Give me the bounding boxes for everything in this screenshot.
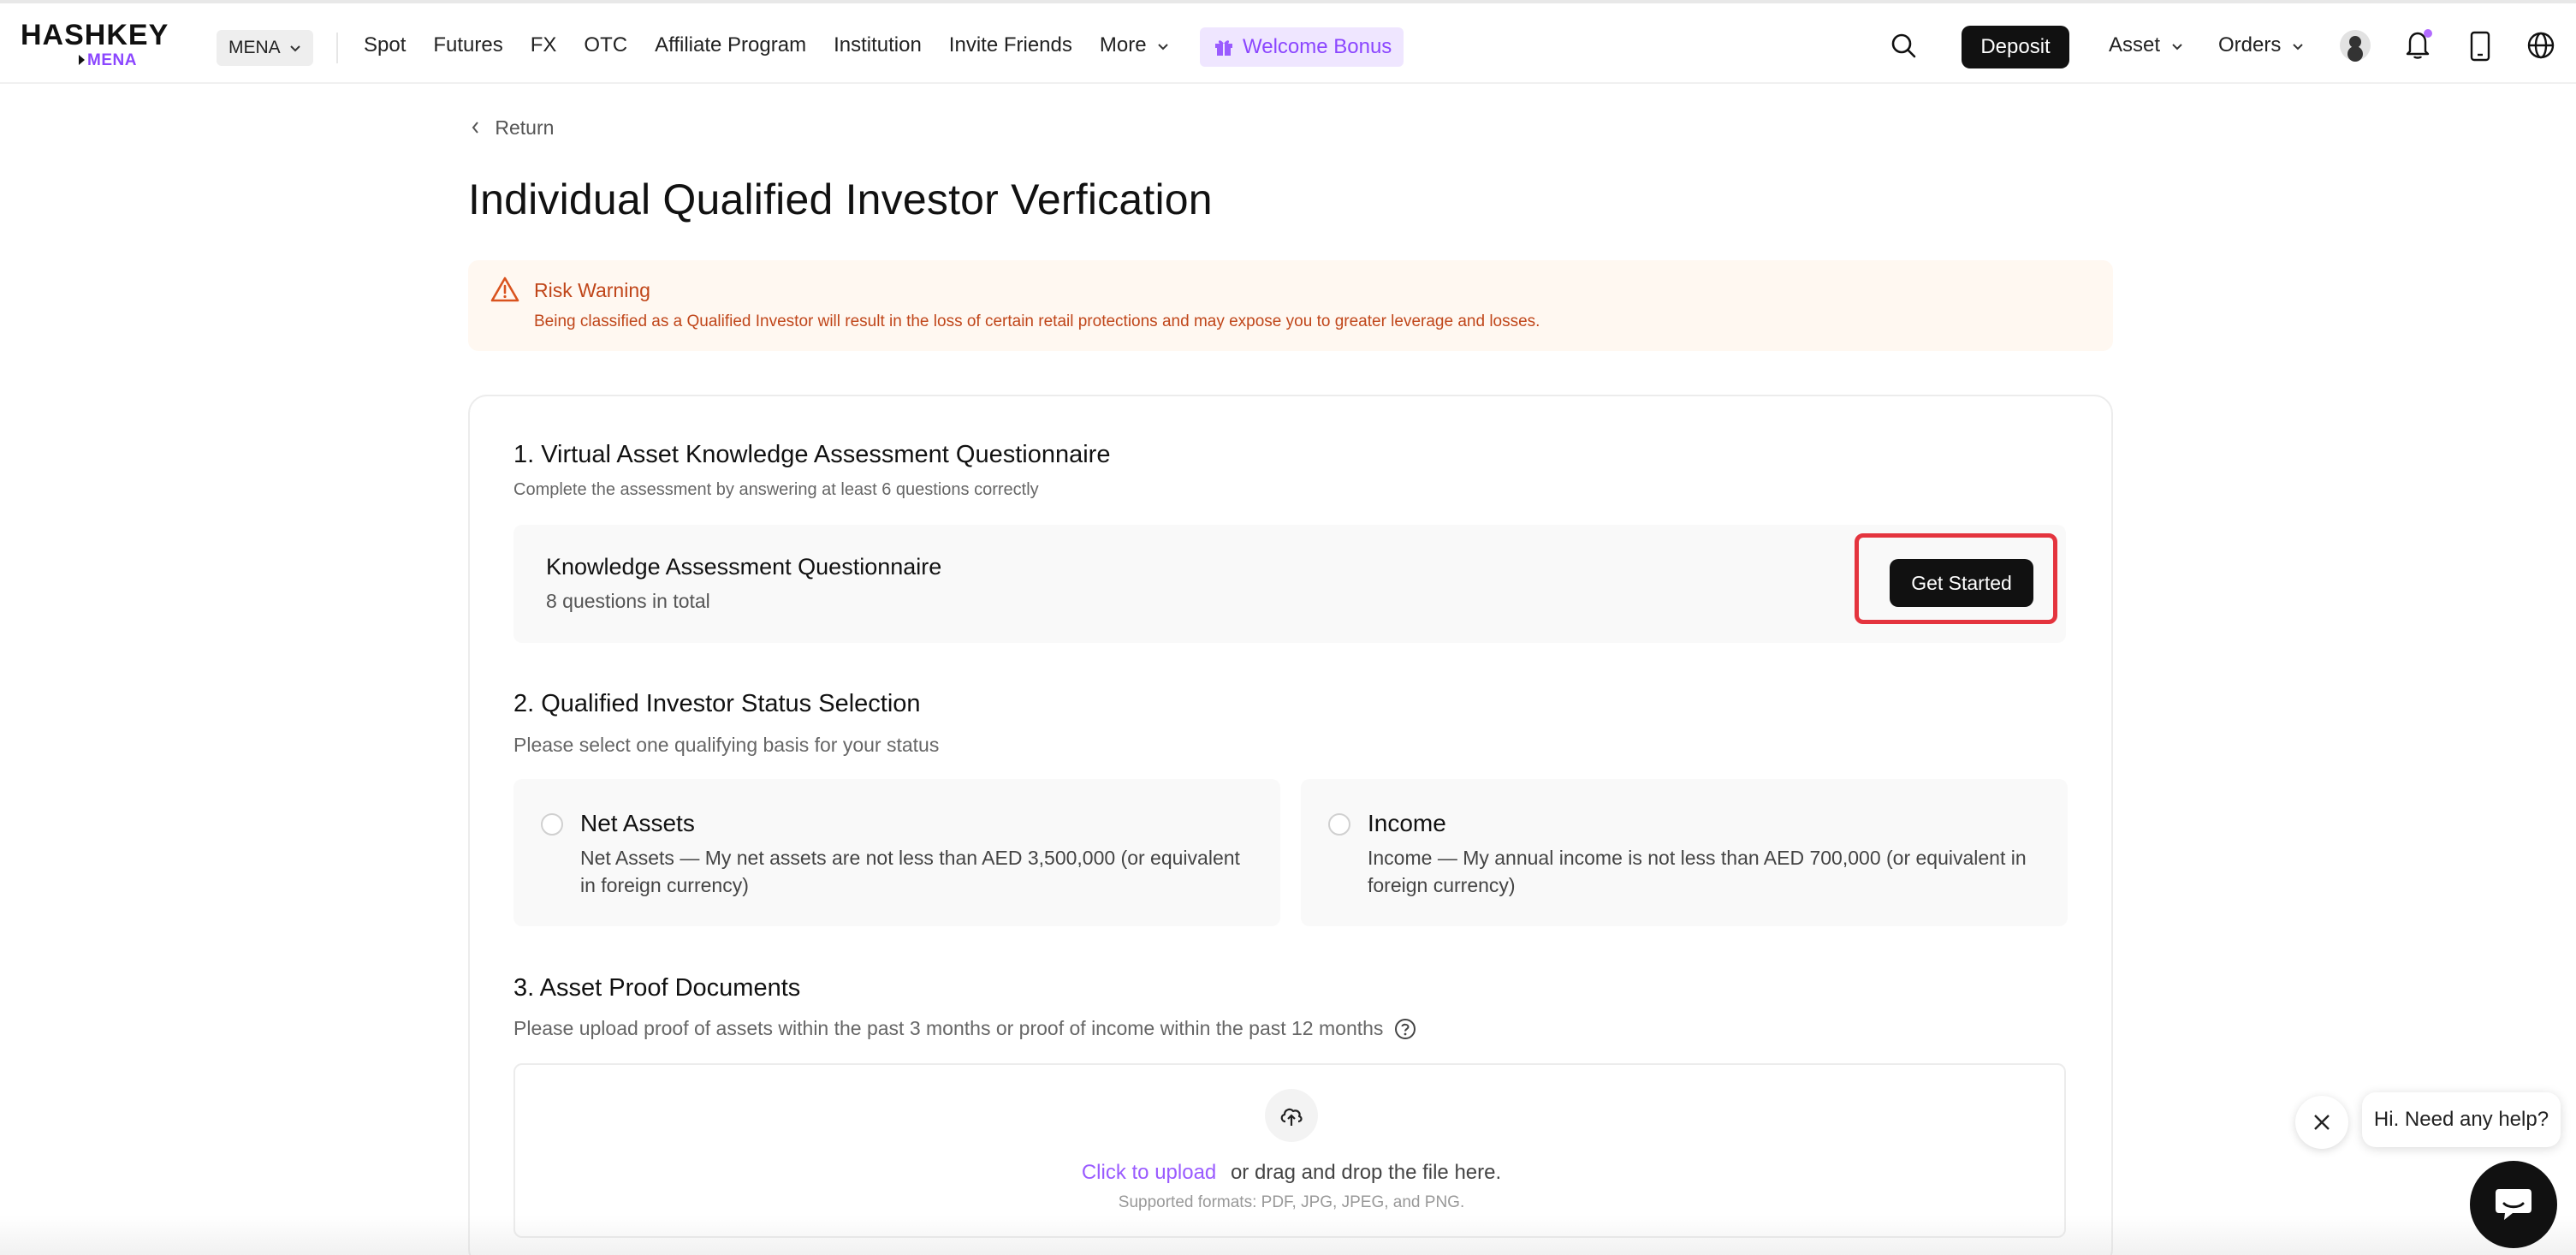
welcome-bonus-label: Welcome Bonus — [1243, 35, 1392, 58]
asset-dropdown[interactable]: Asset — [2109, 33, 2183, 57]
questionnaire-title: Knowledge Assessment Questionnaire — [546, 554, 942, 580]
option-title: Net Assets — [580, 810, 695, 836]
main-nav: Spot Futures FX OTC Affiliate Program In… — [364, 3, 1196, 87]
section-2-subtitle: Please select one qualifying basis for y… — [513, 734, 940, 756]
section-2-title: 2. Qualified Investor Status Selection — [513, 690, 921, 717]
nav-spot[interactable]: Spot — [364, 33, 406, 57]
page-title: Individual Qualified Investor Verficatio… — [468, 175, 1213, 223]
close-icon — [2314, 1115, 2330, 1130]
upload-instruction: Click to upload or drag and drop the fil… — [515, 1161, 2068, 1185]
chat-close-button[interactable] — [2295, 1096, 2348, 1149]
notification-dot — [2424, 29, 2432, 38]
warning-icon — [490, 277, 519, 302]
supported-formats-text: Supported formats: PDF, JPG, JPEG, and P… — [1118, 1193, 1465, 1211]
chat-launcher-button[interactable] — [2470, 1161, 2557, 1248]
chevron-down-icon — [2171, 44, 2182, 51]
section-1-subtitle: Complete the assessment by answering at … — [513, 480, 1039, 499]
chat-greeting-bubble[interactable]: Hi. Need any help? — [2362, 1092, 2561, 1147]
nav-more[interactable]: More — [1100, 33, 1169, 57]
upload-icon-wrapper — [1265, 1089, 1318, 1142]
bottom-shadow — [0, 1216, 2576, 1255]
logo-sub-text: MENA — [79, 51, 137, 69]
option-description: Income — My annual income is not less th… — [1368, 847, 2027, 896]
section-3-title: 3. Asset Proof Documents — [513, 974, 801, 1002]
deposit-button[interactable]: Deposit — [1962, 26, 2069, 68]
nav-invite-friends[interactable]: Invite Friends — [949, 33, 1072, 57]
user-avatar-icon[interactable] — [2340, 30, 2371, 61]
file-upload-dropzone[interactable]: Click to upload or drag and drop the fil… — [513, 1063, 2066, 1238]
nav-divider — [336, 33, 338, 63]
logo-main-text: HASHKEY — [21, 19, 169, 51]
search-icon[interactable] — [1890, 32, 1917, 59]
nav-otc[interactable]: OTC — [584, 33, 627, 57]
asset-label: Asset — [2109, 33, 2161, 57]
questionnaire-box: Knowledge Assessment Questionnaire 8 que… — [513, 525, 2066, 643]
risk-warning-text: Being classified as a Qualified Investor… — [534, 312, 1540, 330]
region-selector[interactable]: MENA — [217, 30, 314, 66]
questionnaire-count: 8 questions in total — [546, 590, 710, 612]
option-description: Net Assets — My net assets are not less … — [580, 847, 1240, 896]
nav-institution[interactable]: Institution — [834, 33, 922, 57]
drag-drop-text: or drag and drop the file here. — [1230, 1161, 1502, 1184]
option-net-assets[interactable]: Net Assets Net Assets — My net assets ar… — [513, 779, 1280, 926]
nav-fx[interactable]: FX — [531, 33, 557, 57]
mobile-app-icon[interactable] — [2468, 31, 2492, 62]
top-navigation-bar: HASHKEY MENA MENA Spot Futures FX OTC Af… — [0, 0, 2576, 84]
globe-icon[interactable] — [2526, 31, 2555, 60]
orders-dropdown[interactable]: Orders — [2218, 33, 2304, 57]
orders-label: Orders — [2218, 33, 2282, 57]
get-started-button[interactable]: Get Started — [1890, 559, 2033, 607]
section-1-title: 1. Virtual Asset Knowledge Assessment Qu… — [513, 441, 1111, 468]
option-income[interactable]: Income Income — My annual income is not … — [1301, 779, 2068, 926]
section-3-subtitle: Please upload proof of assets within the… — [513, 1017, 1416, 1040]
option-title: Income — [1368, 810, 1446, 836]
chevron-left-icon — [471, 116, 484, 139]
risk-warning-title: Risk Warning — [534, 279, 650, 301]
return-link[interactable]: Return — [471, 116, 554, 140]
click-to-upload-link[interactable]: Click to upload — [1082, 1161, 1216, 1184]
chevron-down-icon — [2293, 44, 2303, 51]
return-label: Return — [495, 116, 555, 139]
gift-icon — [1215, 40, 1232, 56]
chevron-down-icon — [1157, 38, 1169, 55]
risk-warning-banner: Risk Warning Being classified as a Quali… — [468, 260, 2113, 351]
chat-icon — [2496, 1189, 2531, 1220]
radio-button[interactable] — [541, 813, 563, 836]
welcome-bonus-button[interactable]: Welcome Bonus — [1200, 27, 1404, 67]
help-question-icon[interactable] — [1394, 1018, 1416, 1040]
region-label: MENA — [229, 38, 280, 57]
cloud-upload-icon — [1280, 1108, 1303, 1126]
nav-more-label: More — [1099, 33, 1147, 57]
hashkey-logo[interactable]: HASHKEY MENA — [21, 19, 169, 70]
section-3-subtitle-text: Please upload proof of assets within the… — [513, 1017, 1384, 1039]
nav-futures[interactable]: Futures — [433, 33, 502, 57]
chevron-down-icon — [289, 30, 301, 66]
radio-button[interactable] — [1328, 813, 1350, 836]
nav-affiliate-program[interactable]: Affiliate Program — [655, 33, 806, 57]
